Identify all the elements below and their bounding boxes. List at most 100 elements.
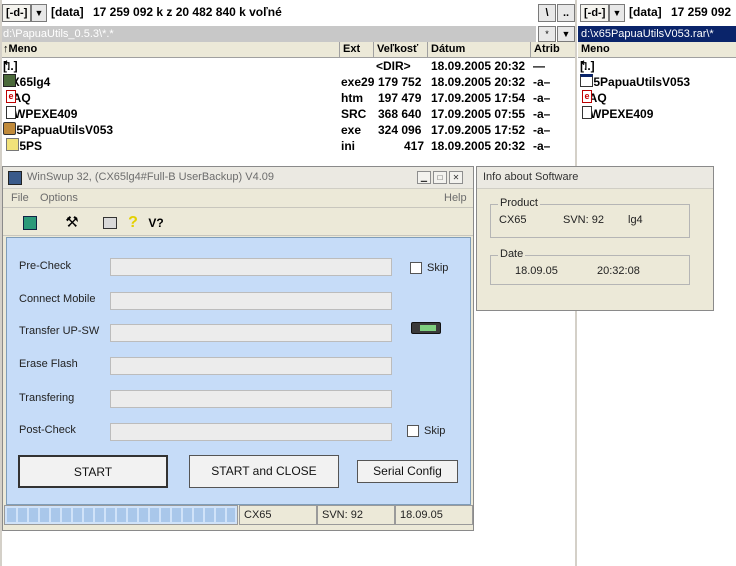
col-attr[interactable]: Atrib	[531, 42, 575, 57]
status-progress	[4, 505, 238, 525]
tools-button[interactable]: ⚒	[61, 212, 83, 234]
list-item[interactable]: e FAQ htm 197 479 17.09.2005 17:54 -a–	[0, 90, 575, 106]
list-item[interactable]: x65PS ini 417 18.09.2005 20:32 -a–	[0, 138, 575, 154]
manual-button[interactable]	[99, 212, 121, 234]
menu-file[interactable]: File	[11, 192, 29, 204]
date-label: Date	[498, 248, 526, 260]
root-dir-button[interactable]: \	[538, 4, 556, 22]
col-name[interactable]: Meno	[578, 42, 736, 57]
right-drive-button[interactable]: [-d-]	[580, 4, 610, 22]
file-attr: -a–	[533, 75, 551, 89]
book-icon	[103, 217, 117, 229]
product-group: Product CX65 SVN: 92 lg4	[490, 197, 690, 238]
file-attr: -a–	[533, 139, 551, 153]
file-name: SWPEXE409	[6, 107, 78, 121]
file-attr: -a–	[533, 107, 551, 121]
up-dir-icon: ↰	[3, 60, 12, 71]
html-icon: e	[6, 90, 16, 103]
skip-postcheck-label: Skip	[424, 425, 446, 437]
status-model: CX65	[239, 505, 317, 525]
file-attr: -a–	[533, 91, 551, 105]
progress-erase	[110, 357, 392, 375]
menu-help[interactable]: Help	[444, 192, 467, 204]
history-dropdown[interactable]: ▼	[557, 26, 575, 42]
status-svn: SVN: 92	[317, 505, 395, 525]
file-size: 179 752	[378, 75, 422, 89]
serial-config-button[interactable]: Serial Config	[357, 460, 458, 483]
product-value: CX65	[499, 214, 527, 226]
ini-icon	[6, 138, 19, 151]
product-lg: lg4	[628, 214, 643, 226]
file-attr: -a–	[533, 123, 551, 137]
file-name: SWPEXE409	[582, 107, 654, 121]
hammer-icon: ⚒	[65, 214, 79, 231]
list-item[interactable]: ↰ [..]	[578, 58, 736, 74]
file-size: <DIR>	[376, 59, 411, 73]
step-label-precheck: Pre-Check	[19, 260, 71, 272]
exit-icon	[23, 216, 37, 230]
help-button[interactable]: ?	[122, 212, 144, 234]
list-item[interactable]: x65PapuaUtilsV053 exe 324 096 17.09.2005…	[0, 122, 575, 138]
exe-icon	[3, 74, 16, 87]
app-icon	[3, 122, 16, 135]
status-bar: CX65 SVN: 92 18.09.05	[4, 505, 473, 525]
col-date[interactable]: Dátum	[428, 42, 531, 57]
file-date: 18.09.2005 20:32	[431, 75, 526, 89]
list-item[interactable]: SWPEXE409 SRC 368 640 17.09.2005 07:55 -…	[0, 106, 575, 122]
close-button[interactable]: ✕	[449, 171, 463, 184]
file-icon	[582, 106, 592, 119]
list-item[interactable]: SWPEXE409	[578, 106, 736, 122]
window-icon	[580, 74, 593, 87]
col-name[interactable]: ↑Meno	[0, 42, 340, 57]
col-ext[interactable]: Ext	[340, 42, 374, 57]
date-value: 18.09.05	[515, 265, 558, 277]
info-window: Info about Software Product CX65 SVN: 92…	[476, 166, 714, 311]
left-drive-button[interactable]: [-d-]	[2, 4, 32, 22]
maximize-button[interactable]: □	[433, 171, 447, 184]
list-item[interactable]: CX65lg4 exe29 179 752 18.09.2005 20:32 -…	[0, 74, 575, 90]
parent-dir-button[interactable]: ..	[557, 4, 575, 22]
progress-transfer-upsw	[110, 324, 392, 342]
skip-precheck-label: Skip	[427, 262, 449, 274]
list-item[interactable]: ↰ [..] <DIR> 18.09.2005 20:32 —	[0, 58, 575, 74]
right-disk-info: 17 259 092	[671, 5, 732, 19]
file-attr: —	[533, 59, 545, 73]
list-item[interactable]: x65PapuaUtilsV053	[578, 74, 736, 90]
winswup-titlebar[interactable]: WinSwup 32, (CX65lg4#Full-B UserBackup) …	[3, 167, 473, 189]
file-date: 17.09.2005 17:52	[431, 123, 526, 137]
menu-options[interactable]: Options	[40, 192, 78, 204]
progress-connect	[110, 292, 392, 310]
start-button[interactable]: START	[18, 455, 168, 488]
left-drive-dropdown[interactable]: ▼	[31, 4, 47, 22]
file-name: x65PapuaUtilsV053	[3, 123, 114, 137]
hotlist-button[interactable]: *	[538, 26, 556, 42]
file-name: x65PapuaUtilsV053	[580, 75, 691, 89]
right-drive-dropdown[interactable]: ▼	[609, 4, 625, 22]
list-item[interactable]: e FAQ	[578, 90, 736, 106]
col-size[interactable]: Veľkosť	[374, 42, 428, 57]
time-value: 20:32:08	[597, 265, 640, 277]
chevron-down-icon: ▼	[34, 8, 44, 18]
left-path-bar[interactable]: d:\PapuaUtils_0.5.3\*.*	[0, 26, 536, 42]
toolbar-divider	[3, 235, 473, 236]
skip-postcheck-checkbox[interactable]	[407, 425, 419, 437]
right-column-header: Meno	[578, 42, 736, 58]
file-size: 368 640	[378, 107, 422, 121]
up-dir-icon: ↰	[580, 60, 589, 71]
start-close-button[interactable]: START and CLOSE	[189, 455, 339, 488]
skip-precheck-checkbox[interactable]	[410, 262, 422, 274]
exit-button[interactable]	[19, 212, 41, 234]
info-titlebar[interactable]: Info about Software	[477, 167, 713, 189]
minimize-button[interactable]: ▁	[417, 171, 431, 184]
progress-precheck	[110, 258, 392, 276]
file-icon	[6, 106, 16, 119]
file-date: 17.09.2005 17:54	[431, 91, 526, 105]
menu-divider	[3, 207, 473, 208]
file-date: 17.09.2005 07:55	[431, 107, 526, 121]
version-button[interactable]: V?	[145, 212, 167, 234]
progress-postcheck	[110, 423, 392, 441]
file-size: 417	[404, 139, 425, 153]
step-label-connect: Connect Mobile	[19, 293, 96, 305]
right-path-bar[interactable]: d:\x65PapuaUtilsV053.rar\*	[578, 26, 736, 42]
file-size: 197 479	[378, 91, 422, 105]
